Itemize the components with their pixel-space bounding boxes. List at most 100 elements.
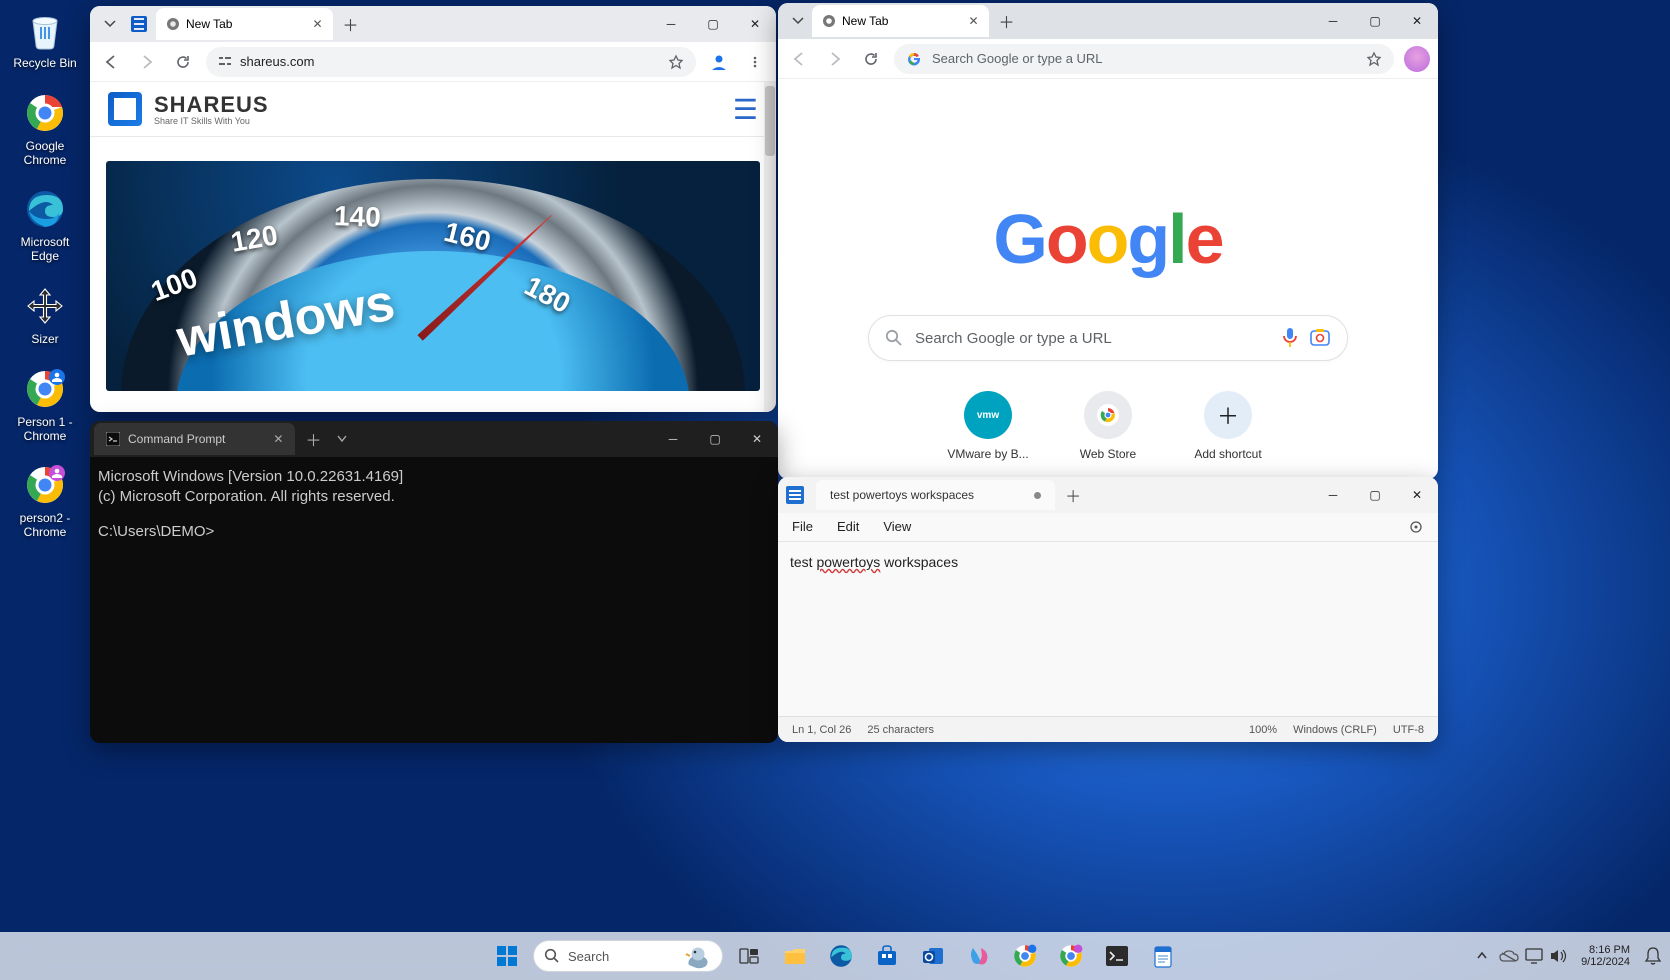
webstore-icon xyxy=(1084,391,1132,439)
tray-volume-icon[interactable] xyxy=(1549,948,1567,964)
notepad-editor[interactable]: test powertoys workspaces xyxy=(778,542,1438,583)
terminal-body[interactable]: Microsoft Windows [Version 10.0.22631.41… xyxy=(90,457,778,552)
close-tab-icon[interactable]: ✕ xyxy=(968,14,978,28)
minimize-button[interactable]: ─ xyxy=(1312,480,1354,510)
taskbar-clock[interactable]: 8:16 PM 9/12/2024 xyxy=(1581,944,1630,968)
google-search-box[interactable]: Search Google or type a URL xyxy=(868,315,1348,361)
tab-new-tab[interactable]: New Tab ✕ xyxy=(812,5,989,37)
site-logo-icon xyxy=(108,92,142,126)
desktop-icon-person1[interactable]: Person 1 - Chrome xyxy=(0,365,90,444)
new-tab-button[interactable]: ＋ xyxy=(991,9,1023,33)
terminal-tab-strip: Command Prompt ✕ ＋ ─ ▢ ✕ xyxy=(90,421,778,457)
taskbar-notepad[interactable] xyxy=(1143,936,1183,976)
bookmark-icon[interactable] xyxy=(668,54,684,70)
tab-search-button[interactable] xyxy=(786,9,810,33)
reload-button[interactable] xyxy=(858,46,884,72)
taskbar-store[interactable] xyxy=(867,936,907,976)
tray-notifications-icon[interactable] xyxy=(1644,946,1662,966)
close-button[interactable]: ✕ xyxy=(734,9,776,39)
close-tab-icon[interactable]: ✕ xyxy=(273,432,283,446)
taskbar-terminal[interactable] xyxy=(1097,936,1137,976)
tray-display-icon[interactable] xyxy=(1525,948,1543,964)
minimize-button[interactable]: ─ xyxy=(652,424,694,454)
scrollbar-thumb[interactable] xyxy=(765,86,775,156)
new-tab-button[interactable]: ＋ xyxy=(335,12,367,36)
shortcuts: vmw VMware by B... Web Store ＋ Add short… xyxy=(778,391,1438,461)
tab-dropdown-button[interactable] xyxy=(331,434,353,444)
maximize-button[interactable]: ▢ xyxy=(1354,480,1396,510)
taskbar-explorer[interactable] xyxy=(775,936,815,976)
status-bar: Ln 1, Col 26 25 characters 100% Windows … xyxy=(778,716,1438,742)
maximize-button[interactable]: ▢ xyxy=(692,9,734,39)
tray-onedrive-icon[interactable] xyxy=(1499,949,1519,963)
maximize-button[interactable]: ▢ xyxy=(694,424,736,454)
notepad-tab[interactable]: test powertoys workspaces xyxy=(816,480,1055,510)
site-settings-icon xyxy=(218,55,232,69)
shortcut-add[interactable]: ＋ Add shortcut xyxy=(1180,391,1276,461)
profile-avatar[interactable] xyxy=(1404,46,1430,72)
shortcut-webstore[interactable]: Web Store xyxy=(1060,391,1156,461)
close-button[interactable]: ✕ xyxy=(736,424,778,454)
reload-button[interactable] xyxy=(170,49,196,75)
menu-file[interactable]: File xyxy=(792,519,813,535)
taskbar-outlook[interactable] xyxy=(913,936,953,976)
terminal-tab[interactable]: Command Prompt ✕ xyxy=(94,423,295,455)
status-chars: 25 characters xyxy=(867,724,934,736)
back-button[interactable] xyxy=(786,46,812,72)
pinned-tab[interactable] xyxy=(124,8,154,40)
tab-new-tab[interactable]: New Tab ✕ xyxy=(156,8,333,40)
menu-view[interactable]: View xyxy=(883,519,911,535)
new-tab-button[interactable]: ＋ xyxy=(295,427,331,451)
taskbar-search[interactable]: Search xyxy=(533,940,723,972)
desktop-icon-recycle-bin[interactable]: Recycle Bin xyxy=(0,6,90,71)
text: test xyxy=(790,554,816,570)
status-zoom: 100% xyxy=(1249,724,1277,736)
hamburger-menu-button[interactable]: ☰ xyxy=(733,93,758,126)
close-button[interactable]: ✕ xyxy=(1396,480,1438,510)
hero-image[interactable]: 100 120 140 160 180 windows xyxy=(106,161,760,391)
voice-search-icon[interactable] xyxy=(1281,327,1299,349)
desktop-icon-person2[interactable]: person2 - Chrome xyxy=(0,461,90,540)
taskbar-chrome-2[interactable] xyxy=(1051,936,1091,976)
desktop-icon-label: Microsoft Edge xyxy=(6,236,84,264)
settings-button[interactable] xyxy=(1408,519,1424,535)
profile-button[interactable] xyxy=(706,49,732,75)
close-tab-icon[interactable]: ✕ xyxy=(312,17,322,31)
back-button[interactable] xyxy=(98,49,124,75)
dial-number: 140 xyxy=(333,200,381,234)
omnibox-placeholder: Search Google or type a URL xyxy=(932,51,1103,66)
taskbar-edge[interactable] xyxy=(821,936,861,976)
scrollbar[interactable] xyxy=(764,82,776,412)
maximize-button[interactable]: ▢ xyxy=(1354,6,1396,36)
shareus-favicon-icon xyxy=(131,16,147,32)
chrome-profile-icon xyxy=(21,365,69,413)
minimize-button[interactable]: ─ xyxy=(1312,6,1354,36)
shortcut-label: Web Store xyxy=(1080,447,1136,461)
menu-edit[interactable]: Edit xyxy=(837,519,859,535)
omnibox[interactable]: Search Google or type a URL xyxy=(894,44,1394,74)
desktop-icon-sizer[interactable]: Sizer xyxy=(0,282,90,347)
tray-chevron[interactable] xyxy=(1471,936,1493,976)
forward-button[interactable] xyxy=(134,49,160,75)
status-position: Ln 1, Col 26 xyxy=(792,724,851,736)
shortcut-vmware[interactable]: vmw VMware by B... xyxy=(940,391,1036,461)
search-icon xyxy=(885,329,903,347)
chrome-window-google: New Tab ✕ ＋ ─ ▢ ✕ Search Google or type … xyxy=(778,3,1438,479)
new-tab-button[interactable]: ＋ xyxy=(1055,483,1091,507)
notepad-app-icon xyxy=(786,486,804,504)
close-button[interactable]: ✕ xyxy=(1396,6,1438,36)
menu-button[interactable] xyxy=(742,49,768,75)
desktop-icon-edge[interactable]: Microsoft Edge xyxy=(0,185,90,264)
lens-search-icon[interactable] xyxy=(1309,327,1331,349)
shortcut-label: VMware by B... xyxy=(947,447,1028,461)
taskbar-task-view[interactable] xyxy=(729,936,769,976)
forward-button[interactable] xyxy=(822,46,848,72)
minimize-button[interactable]: ─ xyxy=(650,9,692,39)
taskbar-chrome-1[interactable] xyxy=(1005,936,1045,976)
bookmark-icon[interactable] xyxy=(1366,51,1382,67)
tab-search-button[interactable] xyxy=(98,12,122,36)
start-button[interactable] xyxy=(487,936,527,976)
desktop-icon-chrome[interactable]: Google Chrome xyxy=(0,89,90,168)
taskbar-copilot[interactable] xyxy=(959,936,999,976)
url-input[interactable]: shareus.com xyxy=(206,47,696,77)
